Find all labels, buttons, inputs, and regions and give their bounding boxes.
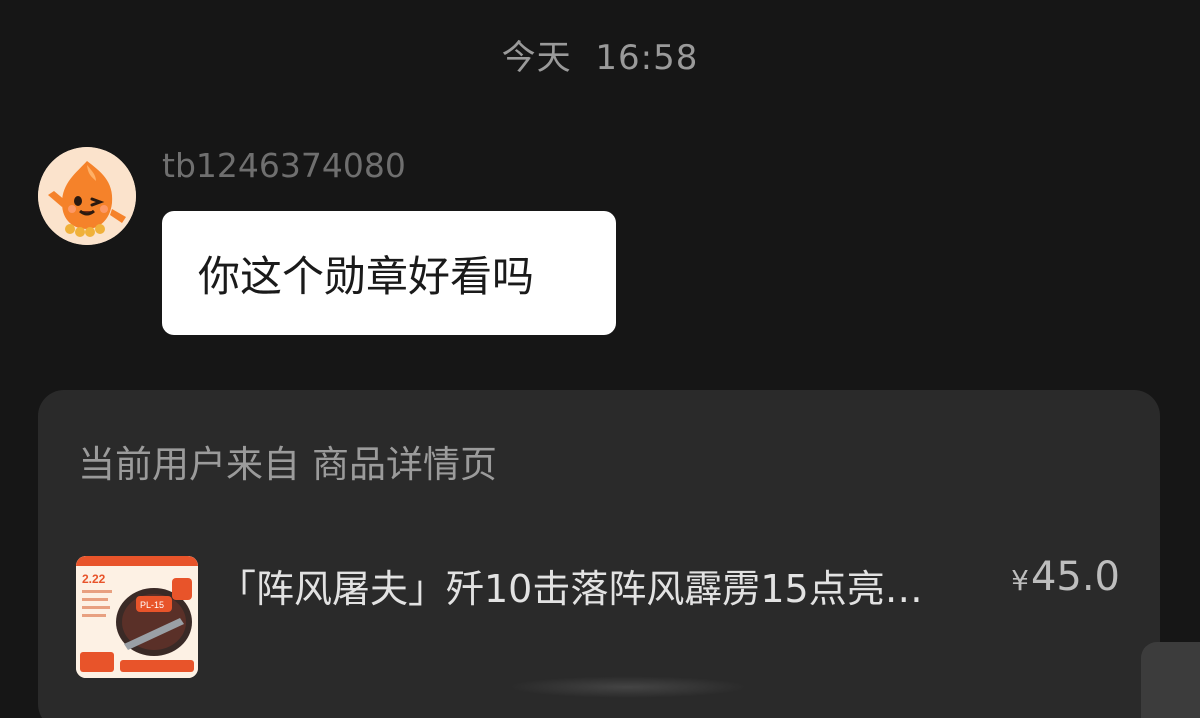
message-text: 你这个勋章好看吗 [198,251,535,301]
svg-text:2.22: 2.22 [82,572,106,586]
sender-avatar[interactable] [38,147,136,245]
product-badge-icon: 2.22 PL-15 [76,556,198,678]
price-currency: ¥ [1011,564,1029,597]
product-thumbnail[interactable]: 2.22 PL-15 [76,556,198,678]
floating-side-button[interactable] [1141,642,1200,718]
timestamp-time: 16:58 [595,38,699,78]
chat-screen: 今天 16:58 tb1246374080 你这个勋章好看吗 当前用户来自 商品详… [0,0,1200,718]
product-title[interactable]: 「阵风屠夫」歼10击落阵风霹雳15点亮… [218,558,978,613]
message-timestamp: 今天 16:58 [0,30,1200,79]
svg-text:PL-15: PL-15 [140,600,164,610]
orange-mascot-icon [38,147,136,245]
source-line: 当前用户来自 商品详情页 [78,434,497,488]
source-page: 商品详情页 [312,443,497,486]
product-source-card[interactable]: 当前用户来自 商品详情页 2.22 PL-15 「阵风屠夫」歼10击落阵风霹雳1… [38,390,1160,718]
timestamp-day: 今天 [501,38,572,78]
blurred-overlay [508,676,748,698]
source-prefix: 当前用户来自 [78,443,300,486]
message-bubble[interactable]: 你这个勋章好看吗 [162,211,616,335]
sender-name: tb1246374080 [162,146,406,185]
product-price: ¥45.0 [1011,554,1120,600]
price-value: 45.0 [1030,554,1120,600]
